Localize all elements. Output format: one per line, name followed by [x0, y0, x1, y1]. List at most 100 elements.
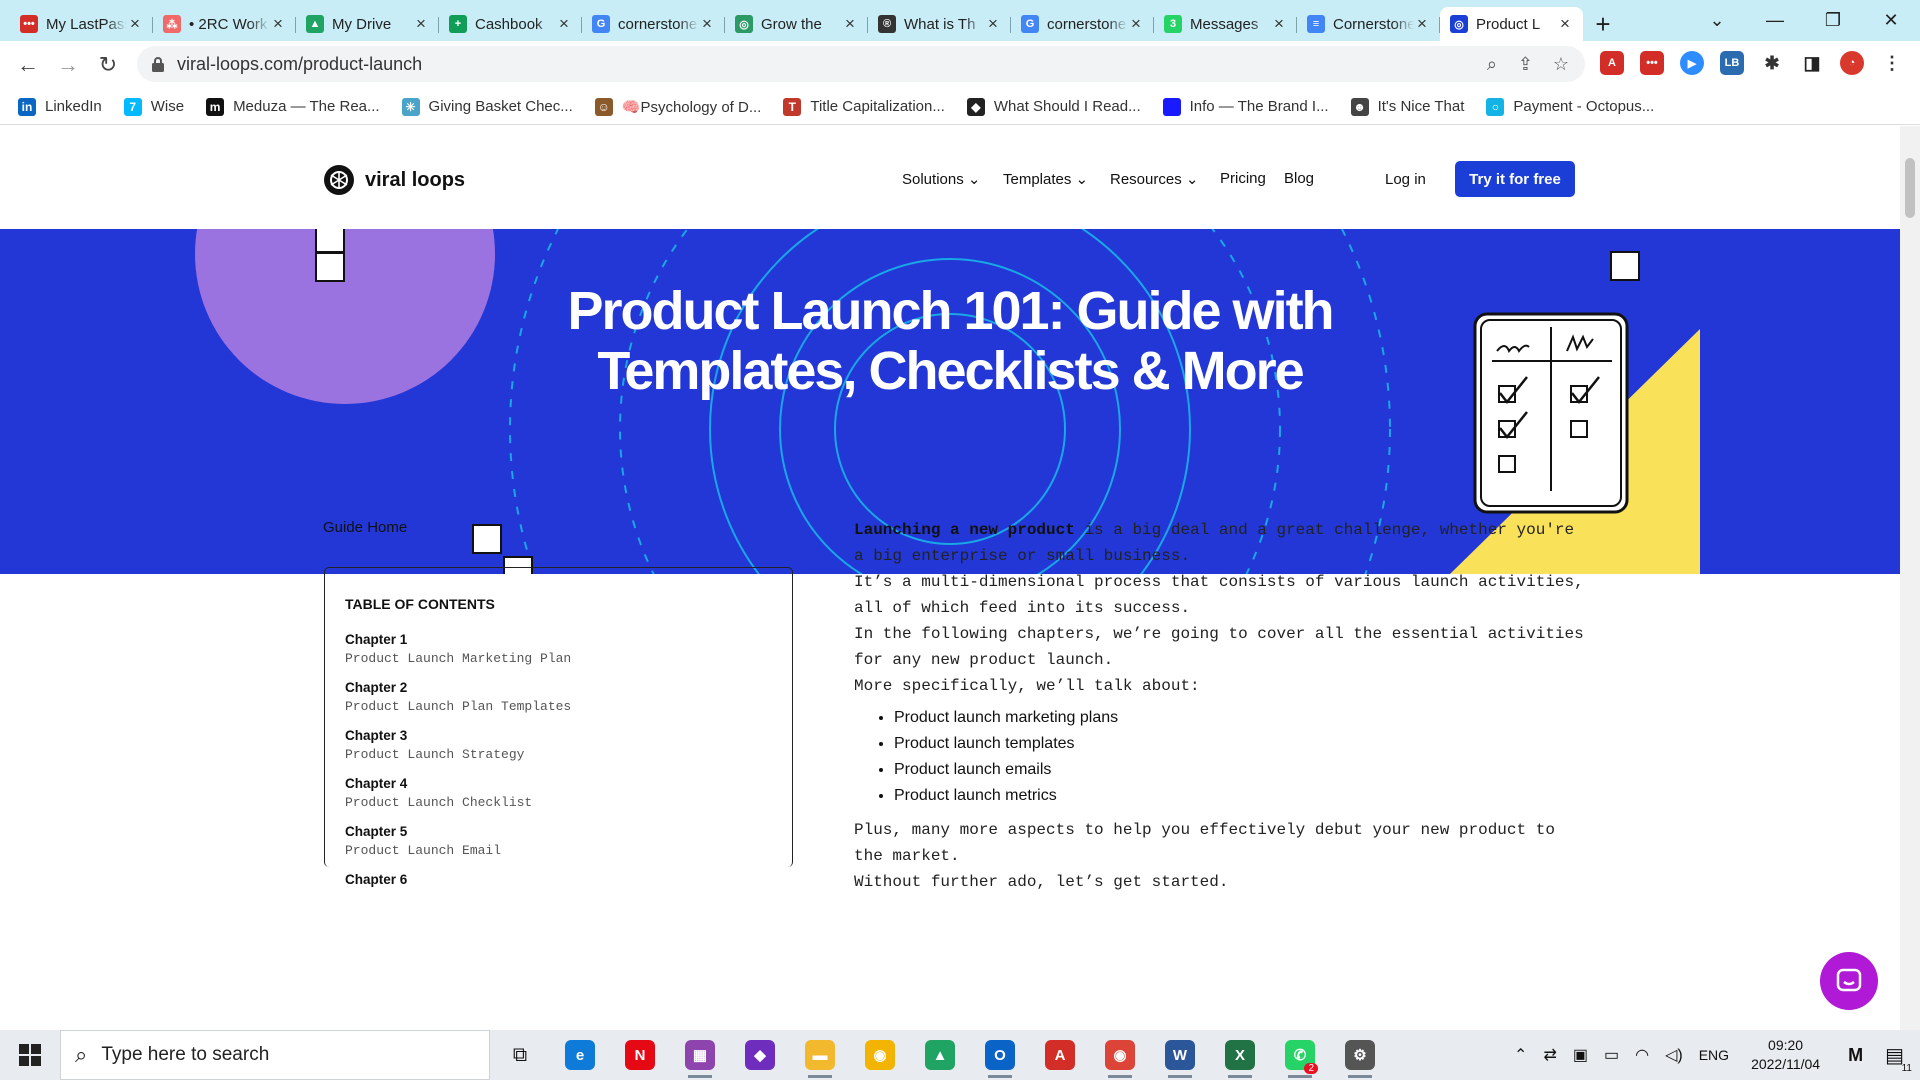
taskbar-app-excel[interactable]: X [1210, 1030, 1270, 1080]
browser-tab[interactable]: ••• My LastPass × [10, 7, 153, 41]
toc-chapter-link[interactable]: Chapter 1 Product Launch Marketing Plan [345, 632, 772, 666]
bookmark-label: Meduza — The Rea... [233, 98, 380, 115]
browser-tab[interactable]: ® What is Th × [868, 7, 1011, 41]
site-logo[interactable]: viral loops [323, 164, 465, 196]
bookmark-item[interactable]: 7 Wise [123, 97, 184, 116]
lb-extension-icon[interactable]: LB [1720, 51, 1744, 75]
nav-resources[interactable]: Resources ⌄ [1110, 170, 1198, 188]
volume-icon[interactable]: ◁) [1665, 1045, 1683, 1065]
back-button[interactable]: ← [8, 45, 48, 85]
scrollbar-thumb[interactable] [1905, 158, 1915, 218]
toc-chapter-link[interactable]: Chapter 6 [345, 872, 772, 887]
acrobat-extension-icon[interactable]: A [1600, 51, 1624, 75]
taskbar-app-chrome-canary[interactable]: ◉ [850, 1030, 910, 1080]
language-indicator[interactable]: ENG [1699, 1047, 1729, 1063]
nav-pricing[interactable]: Pricing [1220, 170, 1266, 187]
browser-tab[interactable]: Gcornerstone × [1011, 7, 1154, 41]
taskbar-app-word[interactable]: W [1150, 1030, 1210, 1080]
close-icon[interactable]: × [556, 14, 572, 34]
side-panel-icon[interactable]: ◨ [1800, 51, 1824, 75]
network-adapter-icon[interactable]: ⇄ [1543, 1045, 1556, 1065]
browser-tab[interactable]: + Cashbook × [439, 7, 582, 41]
meet-now-icon[interactable]: M [1848, 1045, 1863, 1066]
google-drive-icon: ▲ [925, 1040, 955, 1070]
close-icon[interactable]: × [1271, 14, 1287, 34]
bookmark-item[interactable]: ☺ 🧠Psychology of D... [594, 97, 761, 116]
browser-tab[interactable]: ◎ Grow the × [725, 7, 868, 41]
bookmark-item[interactable]: ○ Payment - Octopus... [1486, 97, 1654, 116]
chat-launcher-button[interactable] [1820, 952, 1878, 1010]
toc-chapter-link[interactable]: Chapter 3 Product Launch Strategy [345, 728, 772, 762]
toc-chapter-link[interactable]: Chapter 5 Product Launch Email [345, 824, 772, 858]
nav-blog[interactable]: Blog [1284, 170, 1314, 187]
browser-tab[interactable]: ▲ My Drive × [296, 7, 439, 41]
zoom-icon[interactable]: ⌕ [1487, 46, 1497, 82]
taskbar-app-acrobat[interactable]: A [1030, 1030, 1090, 1080]
lastpass-extension-icon[interactable]: ••• [1640, 51, 1664, 75]
bookmark-item[interactable]: ☻ It's Nice That [1350, 97, 1464, 116]
close-icon[interactable]: × [842, 14, 858, 34]
nav-solutions[interactable]: Solutions ⌄ [902, 170, 980, 188]
try-it-for-free-button[interactable]: Try it for free [1455, 161, 1575, 197]
taskbar-search-box[interactable]: ⌕ Type here to search [60, 1030, 490, 1080]
taskbar-app-netflix[interactable]: N [610, 1030, 670, 1080]
extensions-puzzle-icon[interactable]: ✱ [1760, 51, 1784, 75]
bookmark-item[interactable]: T Title Capitalization... [783, 97, 945, 116]
forward-button[interactable]: → [48, 45, 88, 85]
close-icon[interactable]: × [699, 14, 715, 34]
bookmark-item[interactable]: ◆ What Should I Read... [966, 97, 1141, 116]
display-icon[interactable]: ▣ [1573, 1045, 1588, 1065]
close-icon[interactable]: × [985, 14, 1001, 34]
start-button[interactable] [0, 1030, 60, 1080]
close-icon[interactable]: × [270, 14, 286, 34]
close-window-button[interactable]: ✕ [1862, 0, 1920, 41]
notification-center-icon[interactable]: ▤ 11 [1885, 1043, 1912, 1074]
taskbar-app-edge[interactable]: e [550, 1030, 610, 1080]
browser-tab[interactable]: ◎ Product L × [1440, 7, 1583, 41]
bookmark-item[interactable]: in LinkedIn [18, 97, 102, 116]
taskbar-app-chrome[interactable]: ◉ [1090, 1030, 1150, 1080]
zoom-extension-icon[interactable]: ▶ [1680, 51, 1704, 75]
restore-button[interactable]: ❐ [1804, 0, 1862, 41]
share-icon[interactable]: ⇪ [1518, 46, 1533, 82]
close-icon[interactable]: × [1128, 14, 1144, 34]
minimize-button[interactable]: — [1746, 0, 1804, 41]
taskbar-app-settings[interactable]: ⚙ [1330, 1030, 1390, 1080]
taskbar-app-app-purple[interactable]: ◆ [730, 1030, 790, 1080]
chevron-up-icon[interactable]: ⌃ [1514, 1045, 1527, 1065]
profile-avatar[interactable]: ◔ [1840, 51, 1864, 75]
url-text[interactable]: viral-loops.com/product-launch [177, 54, 422, 75]
taskbar-app-google-drive[interactable]: ▲ [910, 1030, 970, 1080]
browser-menu-icon[interactable]: ⋮ [1880, 51, 1904, 75]
wifi-icon[interactable]: ◠ [1635, 1045, 1649, 1065]
tab-search-icon[interactable]: ⌄ [1688, 0, 1746, 41]
taskbar-app-file-explorer[interactable]: ▬ [790, 1030, 850, 1080]
bookmark-item[interactable]: Info — The Brand I... [1162, 97, 1329, 116]
reload-button[interactable]: ↻ [88, 45, 128, 85]
page-scrollbar[interactable] [1900, 126, 1920, 1030]
browser-tab[interactable]: 3 Messages × [1154, 7, 1297, 41]
nav-templates[interactable]: Templates ⌄ [1003, 170, 1088, 188]
bookmark-item[interactable]: m Meduza — The Rea... [206, 97, 380, 116]
clock[interactable]: 09:20 2022/11/04 [1751, 1036, 1820, 1074]
browser-tab[interactable]: ⁂ • 2RC Work × [153, 7, 296, 41]
bookmark-item[interactable]: ✳ Giving Basket Chec... [401, 97, 573, 116]
taskbar-app-winrar[interactable]: ▦ [670, 1030, 730, 1080]
close-icon[interactable]: × [1557, 14, 1573, 34]
toc-chapter-link[interactable]: Chapter 4 Product Launch Checklist [345, 776, 772, 810]
browser-tab[interactable]: Gcornerstone × [582, 7, 725, 41]
toc-chapter-link[interactable]: Chapter 2 Product Launch Plan Templates [345, 680, 772, 714]
bookmark-star-icon[interactable]: ☆ [1553, 46, 1569, 82]
browser-tab[interactable]: ≡ Cornerstone × [1297, 7, 1440, 41]
taskbar-app-outlook[interactable]: O [970, 1030, 1030, 1080]
task-view-button[interactable]: ⧉ [490, 1030, 550, 1080]
battery-icon[interactable]: ▭ [1604, 1045, 1619, 1065]
taskbar-app-whatsapp[interactable]: ✆ 2 [1270, 1030, 1330, 1080]
address-bar[interactable]: viral-loops.com/product-launch ⌕ ⇪ ☆ [137, 46, 1585, 82]
close-icon[interactable]: × [1414, 14, 1430, 34]
close-icon[interactable]: × [127, 14, 143, 34]
guide-home-link[interactable]: Guide Home [323, 519, 407, 536]
close-icon[interactable]: × [413, 14, 429, 34]
new-tab-button[interactable]: + [1583, 7, 1623, 41]
login-link[interactable]: Log in [1385, 171, 1426, 188]
